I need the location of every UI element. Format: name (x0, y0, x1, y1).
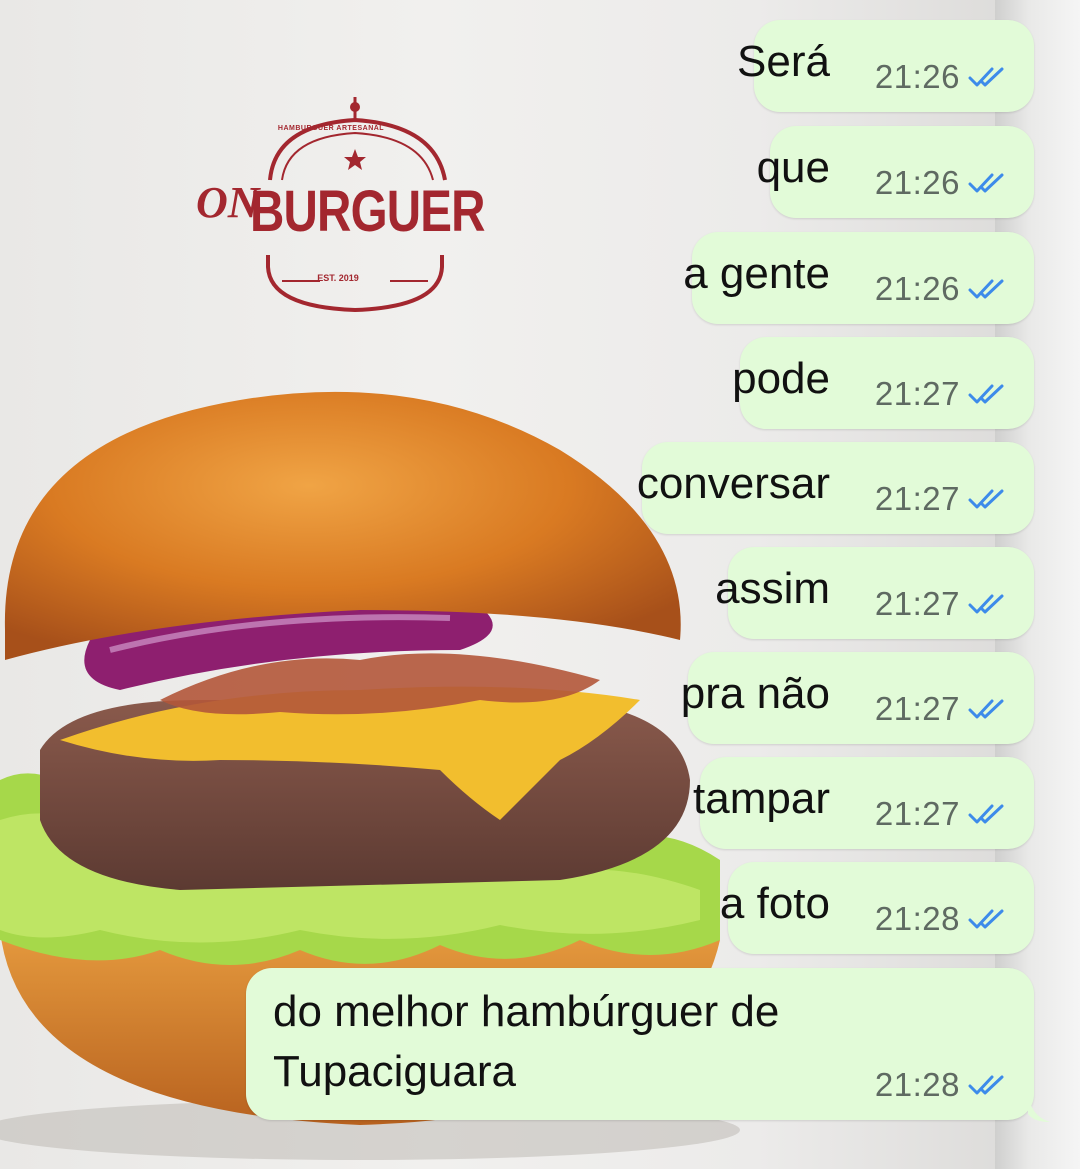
read-receipt-icon (968, 1075, 1004, 1095)
read-receipt-icon (968, 909, 1004, 929)
bubble-tail (1028, 1092, 1050, 1122)
message-text: pra não (680, 669, 830, 718)
message-text: assim (715, 564, 830, 613)
message-text: conversar (636, 459, 830, 508)
read-receipt-icon (968, 384, 1004, 404)
message-meta: 21:28 (875, 1066, 1008, 1104)
read-receipt-icon (968, 489, 1004, 509)
message-text: do melhor hambúrguer de Tupaciguara (273, 987, 780, 1096)
message-time: 21:27 (874, 690, 960, 727)
message-bubble[interactable]: a gente 21:26 (683, 232, 1034, 324)
message-meta: 21:26 (875, 58, 1008, 96)
message-bubble[interactable]: tampar 21:27 (693, 757, 1034, 849)
message-time: 21:27 (874, 795, 960, 832)
message-text: a gente (683, 249, 830, 298)
message-time: 21:27 (874, 585, 960, 622)
message-meta: 21:26 (875, 270, 1008, 308)
message-meta: 21:27 (875, 795, 1008, 833)
read-receipt-icon (968, 594, 1004, 614)
message-time: 21:27 (874, 480, 960, 517)
message-text: a foto (719, 879, 830, 928)
message-meta: 21:27 (875, 480, 1008, 518)
message-meta: 21:27 (875, 375, 1008, 413)
read-receipt-icon (968, 279, 1004, 299)
message-time: 21:27 (874, 375, 960, 412)
message-meta: 21:27 (875, 690, 1008, 728)
read-receipt-icon (968, 173, 1004, 193)
message-bubble[interactable]: a foto 21:28 (720, 862, 1034, 954)
message-bubble[interactable]: que 21:26 (757, 126, 1034, 218)
message-bubble[interactable]: do melhor hambúrguer de Tupaciguara 21:2… (246, 968, 1034, 1120)
message-bubble[interactable]: conversar 21:27 (637, 442, 1034, 534)
message-time: 21:28 (874, 900, 960, 937)
message-text: que (756, 143, 830, 192)
read-receipt-icon (968, 804, 1004, 824)
message-time: 21:26 (874, 270, 960, 307)
chat-thread: Será 21:26 que 21:26 a gente 21:26 pode … (0, 0, 1080, 1169)
message-time: 21:28 (874, 1066, 960, 1103)
message-time: 21:26 (874, 58, 960, 95)
message-meta: 21:26 (875, 164, 1008, 202)
read-receipt-icon (968, 699, 1004, 719)
message-bubble[interactable]: pode 21:27 (732, 337, 1034, 429)
message-text: Será (737, 37, 830, 86)
message-text: pode (732, 354, 830, 403)
message-bubble[interactable]: assim 21:27 (715, 547, 1034, 639)
message-bubble[interactable]: Será 21:26 (737, 20, 1034, 112)
message-bubble[interactable]: pra não 21:27 (681, 652, 1034, 744)
message-meta: 21:28 (875, 900, 1008, 938)
message-time: 21:26 (874, 164, 960, 201)
message-meta: 21:27 (875, 585, 1008, 623)
message-text: tampar (693, 774, 830, 823)
read-receipt-icon (968, 67, 1004, 87)
